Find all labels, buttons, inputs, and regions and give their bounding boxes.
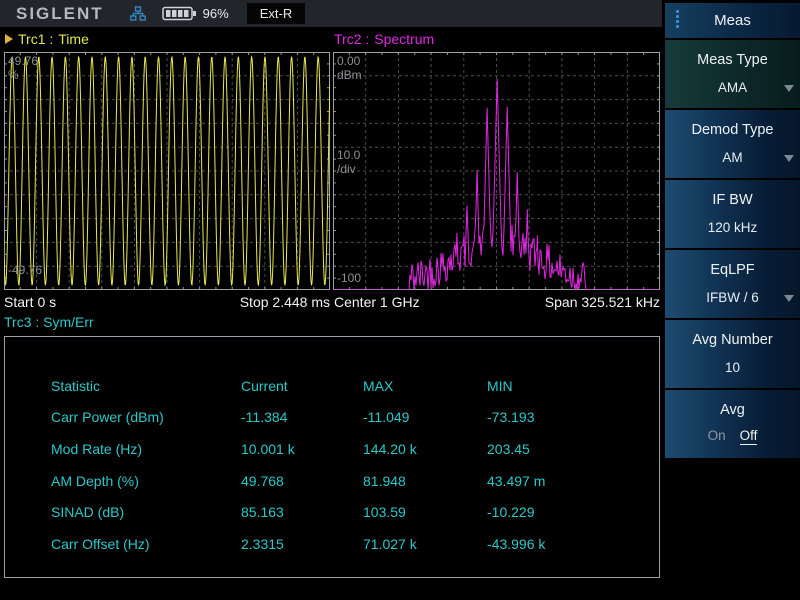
table-cell: 71.027 k bbox=[363, 535, 417, 552]
table-cell: 85.163 bbox=[241, 504, 284, 521]
col-header-min: MIN bbox=[487, 377, 513, 394]
softkey-avg-toggle[interactable]: Avg On Off bbox=[665, 390, 800, 458]
menu-dots-icon[interactable] bbox=[676, 10, 679, 28]
time-domain-plot bbox=[4, 52, 330, 290]
table-row-label: SINAD (dB) bbox=[51, 504, 125, 521]
time-axis-labels: Start 0 s Stop 2.448 ms bbox=[4, 294, 330, 312]
table-cell: -43.996 k bbox=[487, 535, 546, 552]
col-header-statistic: Statistic bbox=[51, 377, 101, 394]
analyzer-screen: SIGLENT 96% Ext-R Trc1 : Time Trc2: Spe… bbox=[0, 0, 800, 600]
battery-percent: 96% bbox=[202, 6, 229, 21]
table-cell: 2.3315 bbox=[241, 535, 284, 552]
softkey-if-bw[interactable]: IF BW 120 kHz bbox=[665, 180, 800, 248]
stop-label: Stop 2.448 ms bbox=[239, 294, 330, 310]
trc1-title: Trc1 : Time bbox=[5, 31, 89, 47]
table-cell: 144.20 k bbox=[363, 440, 417, 457]
dropdown-arrow-icon bbox=[784, 155, 794, 162]
ext-ref-badge: Ext-R bbox=[246, 3, 306, 24]
trc1-label: Trc1 : bbox=[18, 31, 54, 47]
trc1-name: Time bbox=[58, 31, 89, 47]
active-trace-arrow-icon bbox=[5, 34, 13, 44]
table-cell: 81.948 bbox=[363, 472, 406, 489]
softkey-eqlpf[interactable]: EqLPF IFBW / 6 bbox=[665, 250, 800, 318]
dropdown-arrow-icon bbox=[784, 295, 794, 302]
battery-icon: 96% bbox=[161, 6, 229, 21]
trc2-name: Spectrum bbox=[374, 31, 435, 47]
table-row-label: Mod Rate (Hz) bbox=[51, 440, 143, 457]
col-header-max: MAX bbox=[363, 377, 394, 394]
table-cell: -73.193 bbox=[487, 409, 535, 426]
table-cell: 103.59 bbox=[363, 504, 406, 521]
dropdown-arrow-icon bbox=[784, 85, 794, 92]
table-cell: 49.768 bbox=[241, 472, 284, 489]
avg-on-option[interactable]: On bbox=[708, 428, 726, 445]
softkey-meas-type[interactable]: Meas Type AMA bbox=[665, 40, 800, 108]
span-label: Span 325.521 kHz bbox=[544, 294, 660, 310]
trc2-title: Trc2 : Spectrum bbox=[334, 31, 434, 47]
top-status-bar: SIGLENT 96% Ext-R bbox=[0, 0, 662, 27]
table-cell: -10.229 bbox=[487, 504, 535, 521]
siglent-logo: SIGLENT bbox=[16, 3, 104, 23]
trc3-title: Trc3 : Sym/Err bbox=[4, 314, 94, 330]
spectrum-axis-labels: Center 1 GHz Span 325.521 kHz bbox=[334, 294, 660, 312]
spectrum-plot bbox=[333, 52, 660, 290]
table-row-label: AM Depth (%) bbox=[51, 472, 139, 489]
center-freq-label: Center 1 GHz bbox=[334, 294, 420, 310]
table-cell: 43.497 m bbox=[487, 472, 546, 489]
softkey-avg-number[interactable]: Avg Number 10 bbox=[665, 320, 800, 388]
table-cell: 10.001 k bbox=[241, 440, 295, 457]
softkey-demod-type[interactable]: Demod Type AM bbox=[665, 110, 800, 178]
menu-header-meas[interactable]: Meas bbox=[665, 3, 800, 38]
table-cell: -11.384 bbox=[241, 409, 288, 426]
trc2-label: Trc2 : bbox=[334, 31, 370, 47]
table-row-label: Carr Offset (Hz) bbox=[51, 535, 150, 552]
start-label: Start 0 s bbox=[4, 294, 57, 310]
softkey-menu: Meas Meas Type AMA Demod Type AM IF BW 1… bbox=[662, 0, 800, 600]
avg-off-option[interactable]: Off bbox=[739, 428, 758, 445]
col-header-current: Current bbox=[241, 377, 288, 394]
table-row-label: Carr Power (dBm) bbox=[51, 409, 164, 426]
table-cell: -11.049 bbox=[363, 409, 410, 426]
menu-header-label: Meas bbox=[714, 12, 751, 29]
table-cell: 203.45 bbox=[487, 440, 530, 457]
symerr-table: Statistic Current MAX MIN Carr Power (dB… bbox=[4, 336, 660, 578]
lan-network-icon bbox=[129, 5, 146, 22]
